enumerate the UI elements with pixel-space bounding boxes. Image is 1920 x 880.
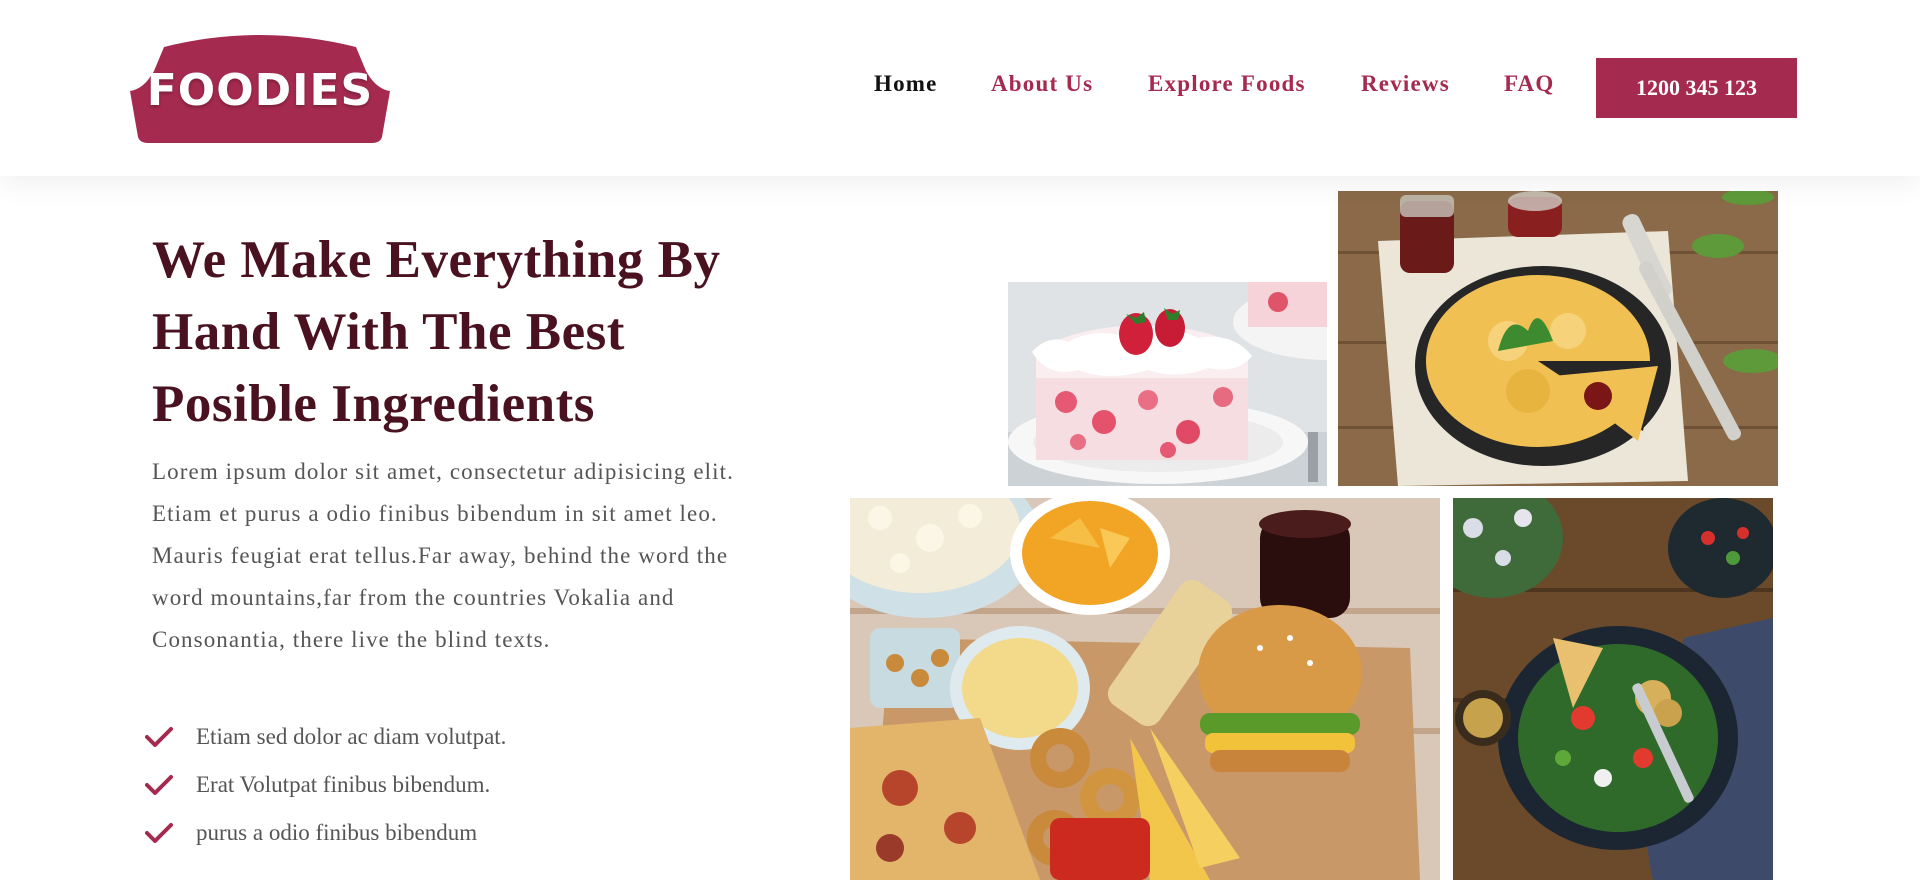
site-header: FOODIES Home About Us Explore Foods Revi… [0,0,1920,176]
fast-food-platter-photo [850,498,1440,880]
nav-explore-foods[interactable]: Explore Foods [1148,72,1306,95]
hero-title: We Make Everything By Hand With The Best… [152,224,852,440]
feature-item: Erat Volutpat finibus bibendum. [144,761,506,809]
check-icon [145,823,173,843]
hero-description-line: Etiam et purus a odio finibus bibendum i… [152,501,718,526]
feature-text: purus a odio finibus bibendum [196,820,478,845]
logo-text: FOODIES [146,65,374,116]
check-icon [145,727,173,747]
feature-text: Etiam sed dolor ac diam volutpat. [196,724,507,749]
feature-list: Etiam sed dolor ac diam volutpat. Erat V… [144,713,506,857]
phone-button[interactable]: 1200 345 123 [1596,58,1797,118]
hero-description-line: Mauris feugiat erat tellus.Far away, beh… [152,543,729,568]
nav-faq[interactable]: FAQ [1504,72,1554,95]
feature-item: Etiam sed dolor ac diam volutpat. [144,713,506,761]
foodies-logo[interactable]: FOODIES [124,31,396,143]
hero-title-line: Posible Ingredients [152,375,595,433]
nav-about-us[interactable]: About Us [991,72,1093,95]
feature-text: Erat Volutpat finibus bibendum. [196,772,491,797]
hero-title-line: Hand With The Best [152,303,625,361]
hero-description-line: Lorem ipsum dolor sit amet, consectetur … [152,459,734,484]
strawberry-cake-photo [1008,282,1327,486]
nav-home[interactable]: Home [874,72,938,95]
nav-reviews[interactable]: Reviews [1361,72,1450,95]
check-icon [145,775,173,795]
hero-description: Lorem ipsum dolor sit amet, consectetur … [152,451,802,661]
hero-title-line: We Make Everything By [152,231,721,289]
cheese-pie-photo [1338,191,1778,486]
salad-bowl-photo [1453,498,1773,880]
feature-item: purus a odio finibus bibendum [144,809,506,857]
hero-description-line: Consonantia, there live the blind texts. [152,627,551,652]
hero-description-line: word mountains,far from the countries Vo… [152,585,675,610]
